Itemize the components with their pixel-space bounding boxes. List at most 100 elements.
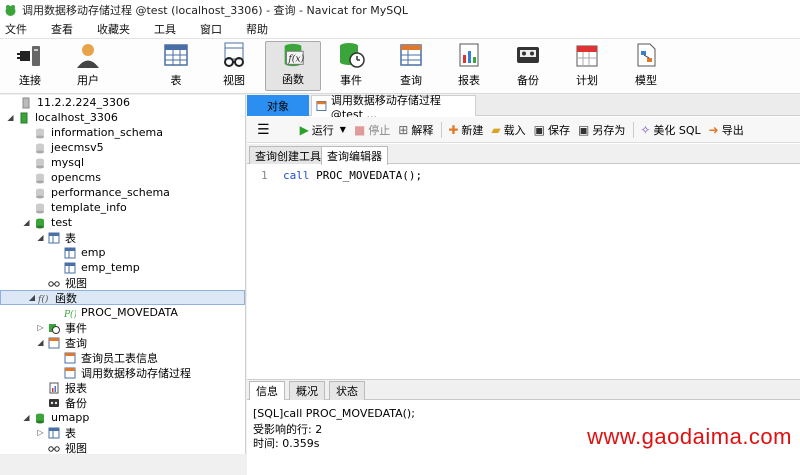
menu-tools[interactable]: 工具 xyxy=(149,21,187,37)
backup-tape-icon xyxy=(49,398,59,407)
sql-keyword: call xyxy=(283,169,310,182)
tree-procedure[interactable]: P() PROC_MOVEDATA xyxy=(64,305,178,320)
tab-query-editor[interactable]: 查询编辑器 xyxy=(321,146,388,165)
expand-arrow-icon[interactable]: ◢ xyxy=(1,293,35,302)
function-label: 函数 xyxy=(282,73,304,86)
expand-arrow-icon[interactable]: ◢ xyxy=(22,218,31,227)
user-button[interactable]: 用户 xyxy=(60,41,116,91)
export-button[interactable]: ➜ 导出 xyxy=(709,122,744,138)
glasses-icon xyxy=(48,445,60,452)
explain-button[interactable]: ⊞ 解释 xyxy=(398,122,433,138)
event-button[interactable]: 事件 xyxy=(323,41,379,91)
tree-folder-views[interactable]: 视图 xyxy=(48,440,87,454)
tree-label: 函数 xyxy=(55,291,77,305)
tree-database[interactable]: performance_schema xyxy=(34,185,170,200)
tree-folder-reports[interactable]: 报表 xyxy=(48,380,87,395)
table-button[interactable]: 表 xyxy=(148,41,204,91)
tree-label: template_info xyxy=(51,201,127,214)
schedule-label: 计划 xyxy=(576,74,598,87)
tree-folder-backups[interactable]: 备份 xyxy=(48,395,87,410)
tree-folder-tables[interactable]: ▷ 表 xyxy=(36,425,76,440)
tree-folder-queries[interactable]: ◢ 查询 xyxy=(36,335,87,350)
tree-connection-localhost[interactable]: ◢ localhost_3306 xyxy=(6,110,118,125)
tree-label: jeecmsv5 xyxy=(51,141,104,154)
new-icon: ✚ xyxy=(448,122,459,137)
tab-status[interactable]: 状态 xyxy=(329,381,365,400)
collapse-arrow-icon[interactable]: ▷ xyxy=(36,323,45,332)
tree-folder-events[interactable]: ▷ 事件 xyxy=(36,320,87,335)
menu-view[interactable]: 查看 xyxy=(46,21,84,37)
function-fx-icon: f() xyxy=(38,294,49,304)
stop-button[interactable]: ■ 停止 xyxy=(354,122,390,138)
tree-database[interactable]: opencms xyxy=(34,170,101,185)
query-icon xyxy=(400,44,422,66)
tree-database[interactable]: information_schema xyxy=(34,125,163,140)
tree-query[interactable]: 调用数据移动存储过程 xyxy=(64,365,191,380)
function-button[interactable]: f(x) 函数 xyxy=(265,41,321,91)
tree-folder-views[interactable]: 视图 xyxy=(48,275,87,290)
tree-label: umapp xyxy=(51,411,90,424)
run-label: 运行 xyxy=(311,123,334,137)
editor-subtabs: 查询创建工具 查询编辑器 xyxy=(247,144,800,165)
new-button[interactable]: ✚ 新建 xyxy=(448,122,483,138)
backup-button[interactable]: 备份 xyxy=(500,41,556,91)
menu-file[interactable]: 文件 xyxy=(0,21,38,37)
table-icon xyxy=(48,232,60,243)
tree-label: 视图 xyxy=(65,441,87,455)
load-button[interactable]: ▰ 载入 xyxy=(491,122,525,138)
dropdown-arrow-icon[interactable]: ▼ xyxy=(340,125,346,134)
report-label: 报表 xyxy=(458,74,480,87)
tree-database[interactable]: jeecmsv5 xyxy=(34,140,104,155)
tab-profile[interactable]: 概况 xyxy=(289,381,325,400)
tree-label: localhost_3306 xyxy=(35,111,118,124)
tab-info[interactable]: 信息 xyxy=(249,381,285,400)
folder-icon: ▰ xyxy=(491,122,501,137)
expand-arrow-icon[interactable]: ◢ xyxy=(6,113,15,122)
expand-arrow-icon[interactable]: ◢ xyxy=(36,233,45,242)
save-as-button[interactable]: ▣ 另存为 xyxy=(578,122,625,138)
tree-connection-remote[interactable]: 11.2.2.224_3306 xyxy=(20,95,130,110)
tree-database-test[interactable]: ◢ test xyxy=(22,215,72,230)
menu-help[interactable]: 帮助 xyxy=(241,21,279,37)
toolbar-divider xyxy=(441,121,443,138)
svg-text:f(): f() xyxy=(38,294,49,304)
tree-label: 表 xyxy=(65,231,76,245)
expand-arrow-icon[interactable]: ◢ xyxy=(22,413,31,422)
run-button[interactable]: ▶ 运行 ▼ xyxy=(300,122,346,138)
tree-table[interactable]: emp_temp xyxy=(64,260,140,275)
tree-database-umapp[interactable]: ◢ umapp xyxy=(22,410,89,425)
model-button[interactable]: 模型 xyxy=(618,41,674,91)
menu-favorites[interactable]: 收藏夹 xyxy=(92,21,141,37)
model-label: 模型 xyxy=(635,74,657,87)
collapse-arrow-icon[interactable]: ▷ xyxy=(36,428,45,437)
save-label: 保存 xyxy=(548,123,570,137)
tree-database[interactable]: mysql xyxy=(34,155,84,170)
tree-query[interactable]: 查询员工表信息 xyxy=(64,350,158,365)
tab-query-document[interactable]: 调用数据移动存储过程 @test ... xyxy=(311,94,476,121)
beautify-button[interactable]: ✧ 美化 SQL xyxy=(640,122,700,138)
query-button[interactable]: 查询 xyxy=(383,41,439,91)
table-label: 表 xyxy=(170,74,182,87)
tree-database[interactable]: template_info xyxy=(34,200,127,215)
tab-query-builder[interactable]: 查询创建工具 xyxy=(249,146,327,164)
save-button[interactable]: ▣ 保存 xyxy=(534,122,570,138)
schedule-button[interactable]: 计划 xyxy=(559,41,615,91)
menu-window[interactable]: 窗口 xyxy=(195,21,233,37)
tree-folder-functions[interactable]: ◢ f() 函数 xyxy=(0,290,245,305)
tree-table[interactable]: emp xyxy=(64,245,105,260)
expand-arrow-icon[interactable]: ◢ xyxy=(36,338,45,347)
connect-button[interactable]: 连接 xyxy=(2,41,58,91)
database-icon xyxy=(36,413,44,423)
tree-label: 报表 xyxy=(65,381,87,395)
save-as-label: 另存为 xyxy=(592,123,626,137)
watermark-text: www.gaodaima.com xyxy=(587,424,792,449)
tree-folder-tables[interactable]: ◢ 表 xyxy=(36,230,76,245)
view-button[interactable]: 视图 xyxy=(206,41,262,91)
message-time: 时间: 0.359s xyxy=(253,437,320,450)
event-clock-icon xyxy=(340,43,365,68)
code-line[interactable]: call PROC_MOVEDATA(); xyxy=(283,169,422,182)
database-icon xyxy=(36,158,44,168)
tab-objects[interactable]: 对象 xyxy=(247,95,309,116)
hamburger-menu-icon[interactable]: ☰ xyxy=(257,122,270,138)
report-button[interactable]: 报表 xyxy=(441,41,497,91)
